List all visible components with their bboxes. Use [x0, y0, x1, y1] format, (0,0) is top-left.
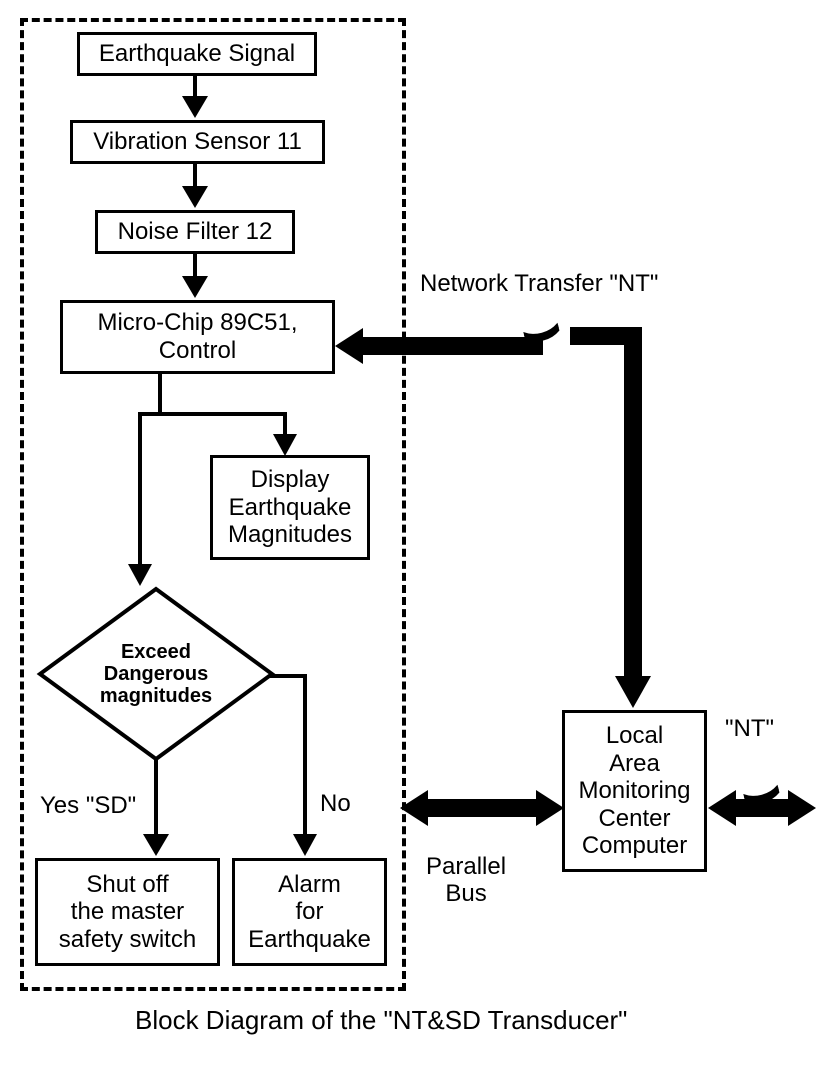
box-text: Micro-Chip 89C51, Control [97, 309, 297, 364]
arrow-nt-elbow-down [565, 320, 665, 715]
decision-exceed-dangerous: Exceed Dangerous magnitudes [36, 585, 276, 763]
connector-micro-to-decision [110, 374, 170, 589]
box-alarm: Alarm for Earthquake [232, 858, 387, 966]
box-shut-off: Shut off the master safety switch [35, 858, 220, 966]
diagram-title: Block Diagram of the "NT&SD Transducer" [135, 1005, 627, 1036]
arrow-nt-right [708, 790, 816, 826]
box-noise-filter: Noise Filter 12 [95, 210, 295, 254]
box-text: Display Earthquake Magnitudes [228, 466, 352, 549]
box-text: Alarm for Earthquake [248, 871, 371, 954]
box-local-monitoring: Local Area Monitoring Center Computer [562, 710, 707, 872]
box-earthquake-signal: Earthquake Signal [77, 32, 317, 76]
box-text: Shut off the master safety switch [59, 871, 196, 954]
decision-text: Exceed Dangerous magnitudes [100, 641, 212, 707]
connector-micro-to-display [150, 374, 310, 459]
label-nt: "NT" [725, 715, 774, 743]
arrow-parallel-bus [400, 790, 564, 826]
box-micro-chip: Micro-Chip 89C51, Control [60, 300, 335, 374]
label-no: No [320, 790, 351, 818]
arrow-nt-to-micro [335, 328, 543, 364]
label-yes: Yes "SD" [40, 792, 136, 820]
connector-no-alarm [265, 672, 325, 862]
label-network-transfer: Network Transfer "NT" [420, 270, 740, 298]
box-text: Earthquake Signal [99, 40, 295, 68]
label-parallel-bus: Parallel Bus [426, 825, 506, 908]
box-text: Vibration Sensor 11 [93, 128, 302, 156]
box-text: Noise Filter 12 [118, 218, 273, 246]
box-vibration-sensor: Vibration Sensor 11 [70, 120, 325, 164]
box-display-magnitudes: Display Earthquake Magnitudes [210, 455, 370, 560]
box-text: Local Area Monitoring Center Computer [578, 722, 690, 860]
